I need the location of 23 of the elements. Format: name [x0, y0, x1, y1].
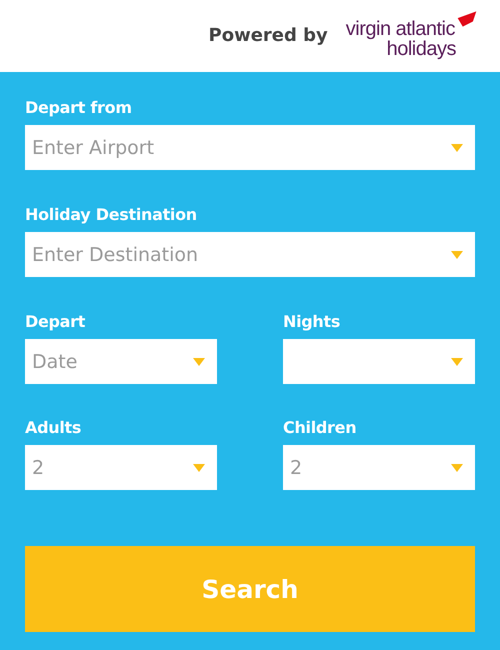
- dropdown-field[interactable]: Date: [25, 339, 217, 384]
- flag-icon: [456, 9, 478, 29]
- dropdown-field[interactable]: Enter Airport: [25, 125, 475, 170]
- caret-icon: [193, 358, 205, 366]
- field-label: Depart from: [25, 98, 133, 117]
- search-button[interactable]: Search: [25, 546, 475, 632]
- field-label: Holiday Destination: [25, 205, 198, 224]
- brand-name: holidays: [386, 39, 456, 59]
- dropdown-field[interactable]: 2: [25, 445, 217, 490]
- caret-icon: [451, 251, 463, 259]
- field-label: Children: [283, 418, 358, 437]
- caret-icon: [451, 358, 463, 366]
- field-label: Nights: [283, 312, 342, 331]
- field-label: Adults: [25, 418, 82, 437]
- caret-icon: [193, 464, 205, 472]
- dropdown-field[interactable]: 2: [283, 445, 475, 490]
- dropdown-field[interactable]: Enter Destination: [25, 232, 475, 277]
- brand-name: virgin atlantic: [346, 19, 455, 39]
- field-label: Depart: [25, 312, 86, 331]
- dropdown-field[interactable]: [283, 339, 475, 384]
- caret-icon: [451, 144, 463, 152]
- powered-by-label: Powered by: [208, 24, 328, 46]
- caret-icon: [451, 464, 463, 472]
